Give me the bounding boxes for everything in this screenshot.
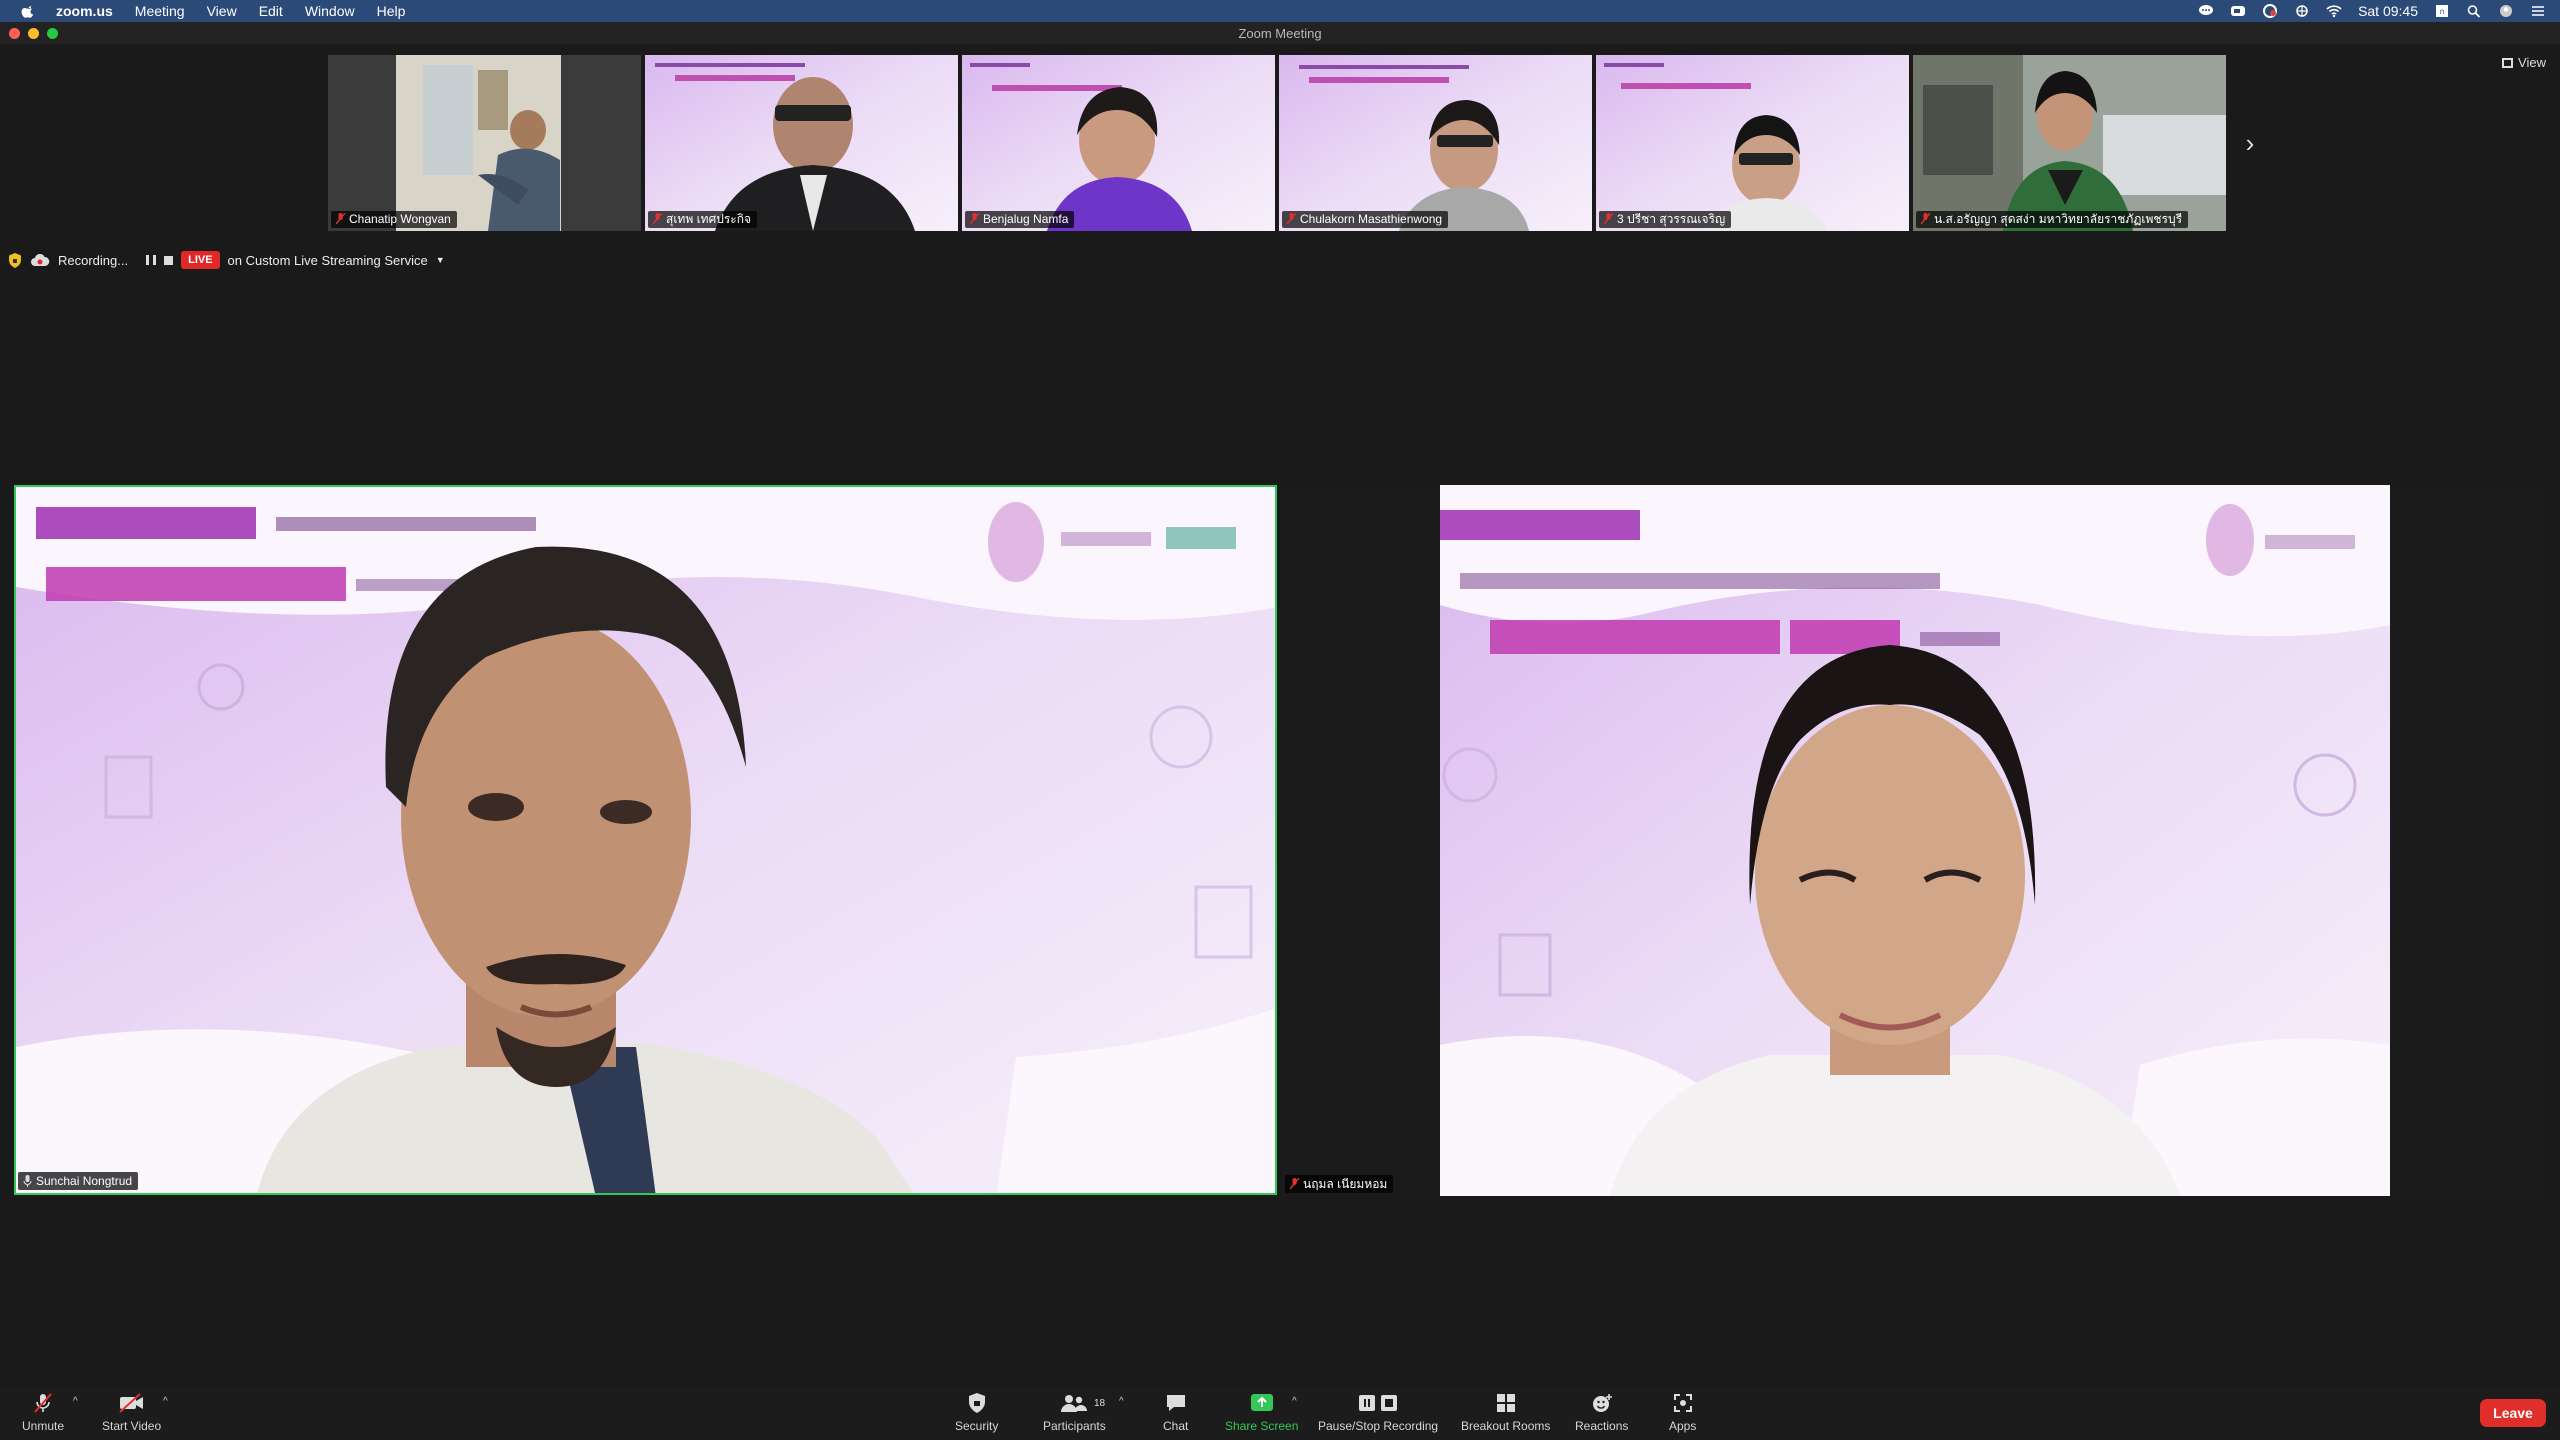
participant-name-tag: Chanatip Wongvan (331, 211, 457, 228)
window-fullscreen-button[interactable] (47, 28, 58, 39)
live-stream-label[interactable]: on Custom Live Streaming Service (228, 253, 428, 268)
participant-tile[interactable]: สุเทพ เทศประกิจ (645, 55, 958, 231)
menu-help[interactable]: Help (377, 3, 406, 19)
video-options-chevron-icon[interactable]: ^ (163, 1396, 168, 1407)
shield-icon (968, 1393, 985, 1413)
smiley-icon (1592, 1394, 1612, 1412)
control-center-icon[interactable] (2530, 4, 2546, 18)
svg-text:ก: ก (2440, 7, 2445, 16)
menu-app-name[interactable]: zoom.us (56, 3, 113, 19)
mic-muted-icon (336, 213, 345, 225)
view-button[interactable]: View (2502, 55, 2546, 70)
live-stream-chevron-down-icon[interactable]: ▼ (436, 255, 445, 265)
menu-meeting[interactable]: Meeting (135, 3, 185, 19)
speaker-video-frame (16, 487, 1275, 1193)
participant-video (1913, 55, 2226, 231)
share-screen-icon (1250, 1394, 1273, 1411)
mic-muted-icon (1921, 213, 1930, 225)
menu-window[interactable]: Window (305, 3, 355, 19)
participants-icon (1061, 1395, 1088, 1412)
participant-video (1596, 55, 1909, 231)
mic-muted-icon (970, 213, 979, 225)
participants-options-chevron-icon[interactable]: ^ (1119, 1396, 1124, 1407)
window-close-button[interactable] (9, 28, 20, 39)
user-avatar-icon[interactable] (2498, 4, 2514, 18)
meeting-toolbar: Unmute ^ Start Video ^ Security Particip… (0, 1386, 2560, 1440)
start-video-button[interactable]: Start Video (102, 1392, 161, 1433)
recording-status-text: Recording... (58, 252, 129, 268)
participant-name-tag: 3 ปรีชา สุวรรณเจริญ (1599, 211, 1732, 228)
creative-cloud-icon[interactable] (2262, 4, 2278, 18)
vpn-icon[interactable] (2294, 4, 2310, 18)
participant-video (645, 55, 958, 231)
participant-tile[interactable]: Benjalug Namfa (962, 55, 1275, 231)
mic-muted-icon (34, 1393, 52, 1413)
participant-name-tag: Benjalug Namfa (965, 211, 1075, 228)
reactions-button[interactable]: Reactions (1575, 1392, 1628, 1433)
security-button[interactable]: Security (955, 1392, 998, 1433)
apple-icon[interactable] (20, 3, 36, 19)
unmute-button[interactable]: Unmute (22, 1392, 64, 1433)
share-screen-button[interactable]: Share Screen (1225, 1392, 1298, 1433)
participant-tile[interactable]: น.ส.อรัญญา สุดสง่า มหาวิทยาลัยราชภัฏเพชร… (1913, 55, 2226, 231)
menubar-clock[interactable]: Sat 09:45 (2358, 3, 2418, 19)
share-options-chevron-icon[interactable]: ^ (1292, 1396, 1297, 1407)
participant-tile[interactable]: 3 ปรีชา สุวรรณเจริญ (1596, 55, 1909, 231)
menu-view[interactable]: View (207, 3, 237, 19)
participant-tile[interactable]: Chanatip Wongvan (328, 55, 641, 231)
video-off-icon (118, 1393, 143, 1413)
messages-icon[interactable] (2198, 4, 2214, 18)
participant-video (962, 55, 1275, 231)
window-title-bar: Zoom Meeting (0, 22, 2560, 44)
participant-count: 18 (1094, 1398, 1106, 1409)
zoom-status-icon[interactable] (2230, 4, 2246, 18)
pause-stop-icon (1359, 1395, 1398, 1411)
apps-icon (1673, 1394, 1692, 1412)
mic-muted-icon (653, 213, 662, 225)
leave-button[interactable]: Leave (2480, 1399, 2546, 1427)
active-speaker-video[interactable]: Sunchai Nongtrud (14, 485, 1277, 1195)
mic-muted-icon (1290, 1178, 1299, 1190)
cloud-recording-icon (31, 253, 50, 266)
audio-options-chevron-icon[interactable]: ^ (73, 1396, 78, 1407)
speaker-name-tag: Sunchai Nongtrud (18, 1172, 139, 1190)
apps-button[interactable]: Apps (1669, 1392, 1696, 1433)
participant-main-video[interactable]: นฤมล เนียมหอม (1283, 485, 2547, 1196)
input-source-icon[interactable]: ก (2434, 4, 2450, 18)
recording-status-bar: Recording... LIVE on Custom Live Streami… (8, 249, 445, 271)
chat-icon (1166, 1395, 1185, 1411)
view-label: View (2518, 55, 2546, 70)
encryption-shield-icon[interactable] (8, 252, 22, 268)
view-grid-icon (2502, 57, 2514, 68)
live-badge[interactable]: LIVE (181, 251, 220, 269)
participant-name-tag: Chulakorn Masathienwong (1282, 211, 1449, 228)
spotlight-search-icon[interactable] (2466, 4, 2482, 18)
chat-button[interactable]: Chat (1163, 1392, 1188, 1433)
mic-muted-icon (1287, 213, 1296, 225)
participant-video (1279, 55, 1592, 231)
mic-icon (23, 1175, 32, 1187)
stop-recording-icon[interactable] (164, 255, 174, 265)
breakout-rooms-button[interactable]: Breakout Rooms (1461, 1392, 1550, 1433)
gallery-strip: Chanatip Wongvan สุเทพ เทศประกิจ Benjalu… (328, 55, 2226, 231)
pause-stop-recording-button[interactable]: Pause/Stop Recording (1318, 1392, 1438, 1433)
gallery-next-chevron-icon[interactable]: › (2240, 128, 2260, 159)
participant-name-tag: น.ส.อรัญญา สุดสง่า มหาวิทยาลัยราชภัฏเพชร… (1916, 211, 2189, 228)
participant-name-tag: นฤมล เนียมหอม (1285, 1175, 1394, 1193)
breakout-rooms-icon (1496, 1394, 1515, 1412)
wifi-icon[interactable] (2326, 4, 2342, 18)
participant-video (328, 55, 641, 231)
participant-video-frame (1440, 485, 2390, 1196)
window-minimize-button[interactable] (28, 28, 39, 39)
menu-edit[interactable]: Edit (259, 3, 283, 19)
pause-recording-icon[interactable] (146, 255, 157, 265)
window-title: Zoom Meeting (1238, 25, 1322, 41)
participant-tile[interactable]: Chulakorn Masathienwong (1279, 55, 1592, 231)
mic-muted-icon (1604, 213, 1613, 225)
menu-bar: zoom.us Meeting View Edit Window Help Sa… (0, 0, 2560, 22)
participant-name-tag: สุเทพ เทศประกิจ (648, 211, 758, 228)
